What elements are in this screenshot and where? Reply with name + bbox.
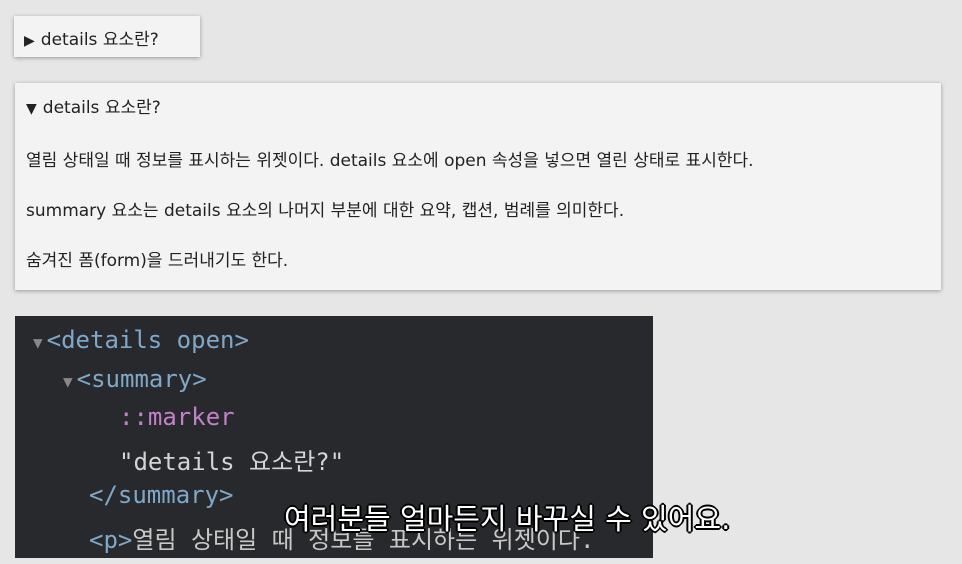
paragraph: 숨겨진 폼(form)을 드러내기도 한다. xyxy=(26,251,289,271)
paragraph: 열림 상태일 때 정보를 표시하는 위젯이다. details 요소에 open… xyxy=(26,151,754,171)
expand-arrow-icon[interactable]: ▼ xyxy=(63,372,73,391)
video-subtitle: 여러분들 얼마든지 바꾸실 수 있어요. xyxy=(284,502,731,536)
tag-text: <details open> xyxy=(46,326,249,354)
tag-text: <summary> xyxy=(76,365,207,393)
paragraph: summary 요소는 details 요소의 나머지 부분에 대한 요약, 캡… xyxy=(26,201,625,221)
dom-node-summary[interactable]: ▼ <summary> xyxy=(63,365,207,393)
triangle-right-icon: ▶ xyxy=(24,33,35,49)
dom-node-text[interactable]: "details 요소란?" xyxy=(119,442,344,477)
tag-text: <p> xyxy=(89,526,133,554)
expand-arrow-icon[interactable]: ▼ xyxy=(33,333,43,352)
summary-label: details 요소란? xyxy=(40,30,159,50)
summary-toggle-closed[interactable]: ▶ details 요소란? xyxy=(24,25,159,50)
dom-node-marker[interactable]: ::marker xyxy=(119,403,235,431)
dom-node-summary-close[interactable]: </summary> xyxy=(89,481,234,509)
summary-toggle-open[interactable]: ▼ details 요소란? xyxy=(26,93,161,118)
details-closed: ▶ details 요소란? xyxy=(14,16,200,57)
summary-label: details 요소란? xyxy=(42,98,161,118)
details-open: ▼ details 요소란? 열림 상태일 때 정보를 표시하는 위젯이다. de… xyxy=(15,83,941,290)
triangle-down-icon: ▼ xyxy=(26,101,37,117)
dom-node-details[interactable]: ▼ <details open> xyxy=(33,326,249,354)
